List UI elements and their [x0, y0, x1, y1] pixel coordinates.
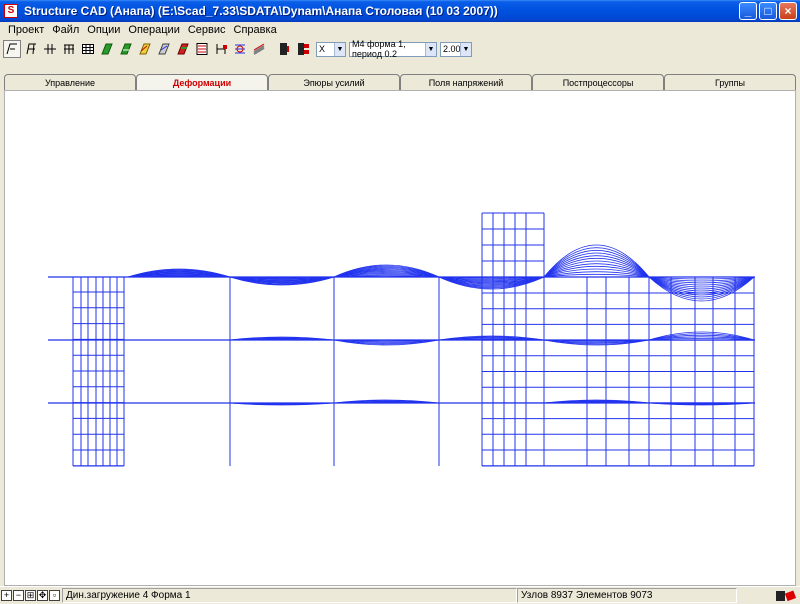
zoom-out-icon[interactable]: −: [13, 590, 24, 601]
alert-icon[interactable]: [775, 590, 797, 602]
loads-icon[interactable]: [117, 40, 135, 58]
menu-options[interactable]: Опции: [83, 24, 124, 36]
tab-bar: Управление Деформации Эпюры усилий Поля …: [4, 74, 796, 90]
chevron-down-icon[interactable]: ▼: [334, 42, 345, 56]
tab-postprocessors[interactable]: Постпроцессоры: [532, 74, 664, 90]
select-icon[interactable]: [3, 40, 21, 58]
maximize-button[interactable]: □: [759, 2, 777, 20]
form-select[interactable]: М4 форма 1, период 0.2 ▼: [349, 39, 437, 59]
layer-icon[interactable]: [231, 40, 249, 58]
settings-icon[interactable]: [193, 40, 211, 58]
node-element-count: Узлов 8937 Элементов 9073: [517, 588, 737, 603]
menu-operations[interactable]: Операции: [124, 24, 183, 36]
color-icon[interactable]: [275, 40, 293, 58]
menu-service[interactable]: Сервис: [184, 24, 230, 36]
chevron-down-icon[interactable]: ▼: [425, 42, 436, 56]
direction-value: X: [319, 44, 326, 54]
zoom-fit-icon[interactable]: ⊞: [25, 590, 36, 601]
tab-stress-fields[interactable]: Поля напряжений: [400, 74, 532, 90]
direction-select[interactable]: X ▼: [316, 41, 346, 57]
menu-file[interactable]: Файл: [48, 24, 83, 36]
filter-icon[interactable]: [294, 40, 312, 58]
section-icon[interactable]: [174, 40, 192, 58]
scale-select[interactable]: 2.00 ▼: [440, 41, 472, 57]
pan-icon[interactable]: ✥: [37, 590, 48, 601]
grid-icon[interactable]: [60, 40, 78, 58]
close-button[interactable]: ×: [779, 2, 797, 20]
form-value: М4 форма 1, период 0.2: [352, 39, 406, 59]
node-icon[interactable]: [41, 40, 59, 58]
tab-force-diagrams[interactable]: Эпюры усилий: [268, 74, 400, 90]
title-bar[interactable]: S Structure CAD (Анапа) (E:\Scad_7.33\SD…: [0, 0, 800, 22]
window-title: Structure CAD (Анапа) (E:\Scad_7.33\SDAT…: [24, 4, 498, 18]
tab-control[interactable]: Управление: [4, 74, 136, 90]
menu-project[interactable]: Проект: [4, 24, 48, 36]
shape-icon[interactable]: [98, 40, 116, 58]
status-icons: [737, 588, 797, 603]
deform-icon[interactable]: [136, 40, 154, 58]
tab-deformations[interactable]: Деформации: [136, 74, 268, 90]
menu-help[interactable]: Справка: [230, 24, 281, 36]
toolbar: X ▼ М4 форма 1, период 0.2 ▼ 2.00 ▼: [0, 38, 800, 60]
zoom-window-icon[interactable]: ▫: [49, 590, 60, 601]
scale-value: 2.00: [443, 44, 461, 54]
table-icon[interactable]: [79, 40, 97, 58]
deformation-model: [48, 212, 755, 467]
zoom-in-icon[interactable]: +: [1, 590, 12, 601]
app-icon[interactable]: S: [4, 4, 18, 18]
load-info: Дин.загружение 4 Форма 1: [62, 588, 517, 603]
status-bar: + − ⊞ ✥ ▫ Дин.загружение 4 Форма 1 Узлов…: [0, 586, 800, 604]
menu-bar: Проект Файл Опции Операции Сервис Справк…: [0, 22, 800, 38]
print-icon[interactable]: [250, 40, 268, 58]
window-controls: _ □ ×: [739, 2, 797, 20]
support-icon[interactable]: [212, 40, 230, 58]
tab-groups[interactable]: Группы: [664, 74, 796, 90]
model-viewport[interactable]: [4, 90, 796, 586]
chevron-down-icon[interactable]: ▼: [460, 42, 471, 56]
frame-icon[interactable]: [22, 40, 40, 58]
minimize-button[interactable]: _: [739, 2, 757, 20]
surface-icon[interactable]: [155, 40, 173, 58]
mode-shape-curve: [543, 252, 650, 278]
